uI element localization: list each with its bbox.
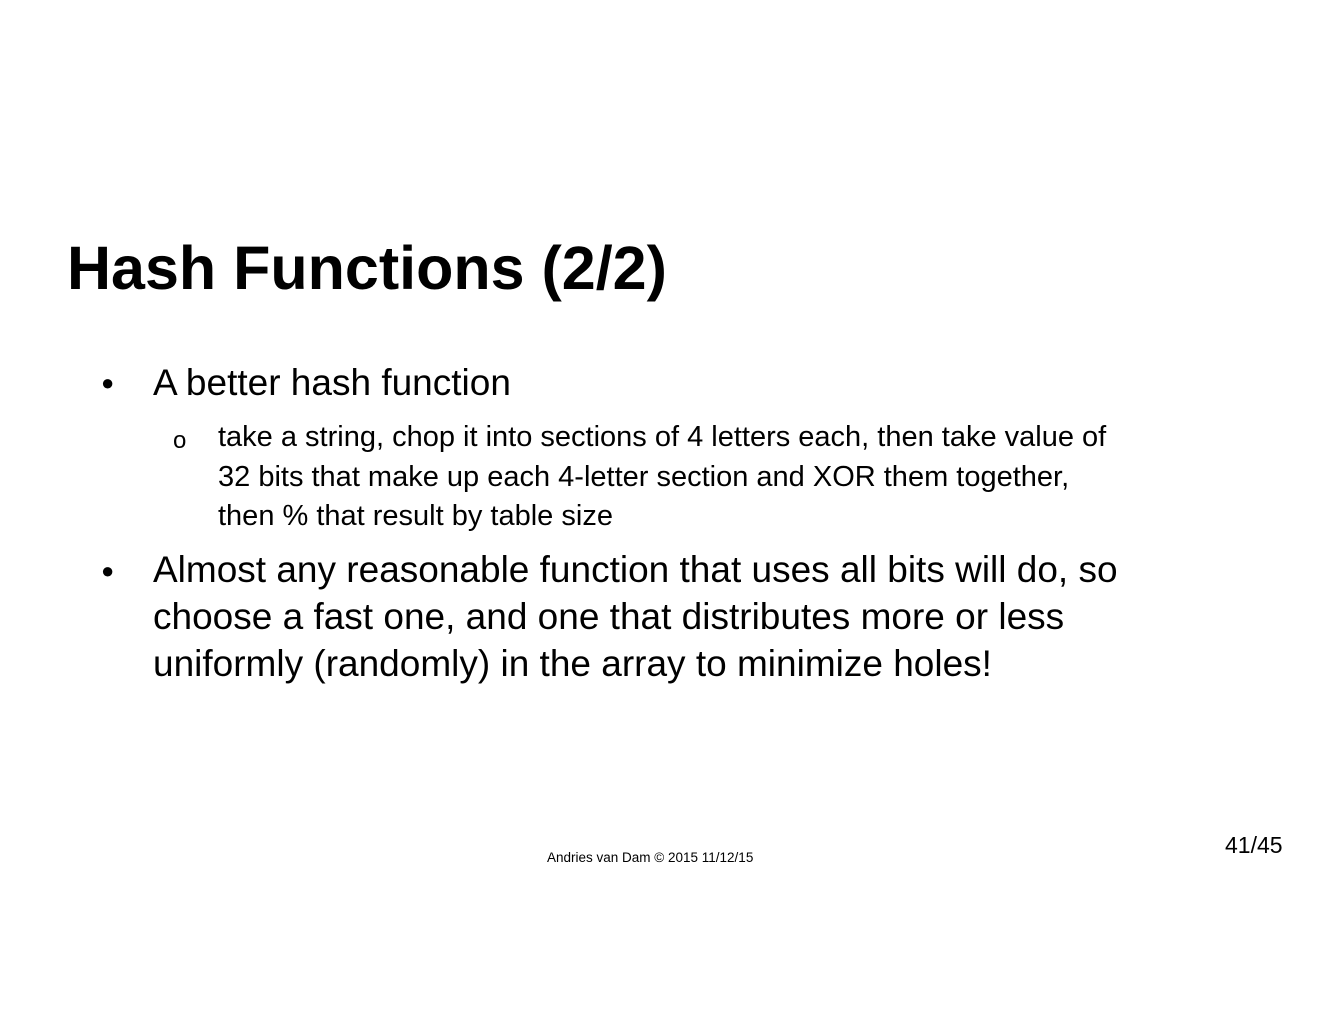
- bullet-line: A better hash function: [153, 362, 511, 403]
- page-number: 41/45: [1225, 832, 1283, 858]
- bullet-text: A better hash function: [153, 359, 511, 406]
- bullet-line: uniformly (randomly) in the array to min…: [153, 643, 992, 684]
- footer-credit: Andries van Dam © 2015 11/12/15: [547, 850, 754, 865]
- bullet-line: Almost any reasonable function that uses…: [153, 549, 1118, 590]
- bullet-dot-icon: ●: [101, 370, 115, 395]
- bullet-line: choose a fast one, and one that distribu…: [153, 596, 1065, 637]
- sub-bullet-line: take a string, chop it into sections of …: [218, 421, 1107, 453]
- bullet-dot-icon: ●: [101, 558, 115, 583]
- sub-bullet-line: then % that result by table size: [218, 500, 613, 532]
- slide-title: Hash Functions (2/2): [67, 234, 667, 302]
- sub-bullet-text: take a string, chop it into sections of …: [218, 418, 1106, 537]
- sub-bullet-circle-icon: o: [173, 427, 187, 454]
- bullet-text: Almost any reasonable function that uses…: [153, 546, 1118, 687]
- sub-bullet-line: 32 bits that make up each 4-letter secti…: [218, 460, 1070, 493]
